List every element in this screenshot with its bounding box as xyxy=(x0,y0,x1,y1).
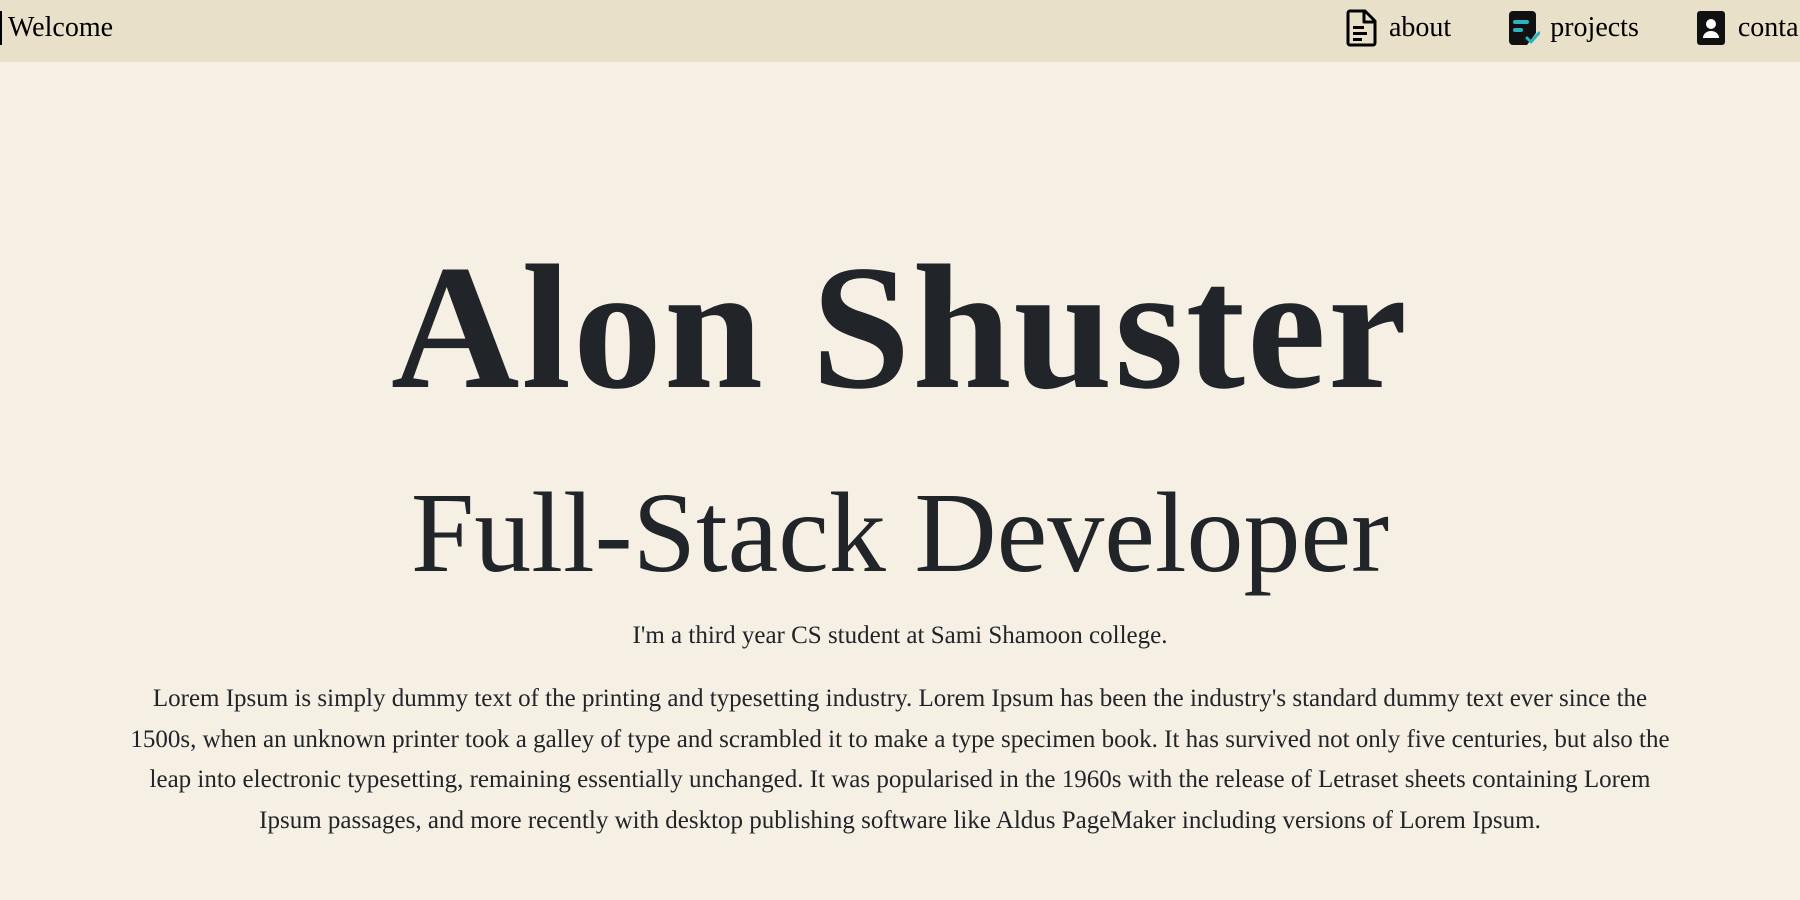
hero-role: Full-Stack Developer xyxy=(410,469,1390,596)
top-navbar: Welcome about projects conta xyxy=(0,0,1800,62)
hero-description: Lorem Ipsum is simply dummy text of the … xyxy=(130,685,1670,834)
nav-item-projects-label: projects xyxy=(1550,12,1639,43)
nav-item-contact-label: conta xyxy=(1737,12,1799,43)
contact-card-icon xyxy=(1694,9,1728,47)
nav-item-contact[interactable]: conta xyxy=(1694,9,1799,47)
document-icon xyxy=(1345,9,1379,47)
nav-item-about[interactable]: about xyxy=(1345,9,1451,47)
hero-tagline: I'm a third year CS student at Sami Sham… xyxy=(632,622,1168,649)
nav-links: about projects conta xyxy=(1345,9,1800,47)
brand-label: Welcome xyxy=(8,12,114,43)
checklist-document-icon xyxy=(1506,9,1541,47)
brand-divider xyxy=(0,11,2,45)
brand-link[interactable]: Welcome xyxy=(0,10,113,46)
nav-item-projects[interactable]: projects xyxy=(1506,9,1639,47)
hero-name: Alon Shuster xyxy=(390,228,1410,426)
nav-item-about-label: about xyxy=(1389,12,1452,43)
